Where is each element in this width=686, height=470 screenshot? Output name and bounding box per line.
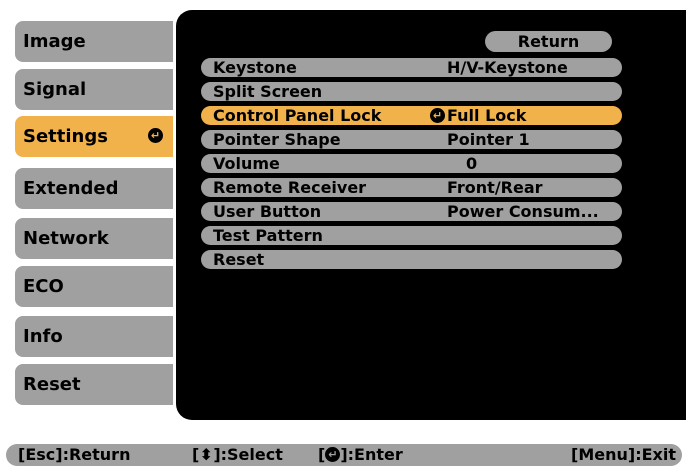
row-value: Front/Rear: [447, 178, 543, 197]
sidebar-item-image[interactable]: Image: [15, 21, 173, 62]
sidebar-item-reset[interactable]: Reset: [15, 364, 173, 405]
sidebar-item-label: Extended: [23, 178, 119, 199]
help-bar: [Esc]:Return [⬍]:Select [↵]:Enter [Menu]…: [0, 440, 686, 470]
sidebar-item-label: ECO: [23, 276, 64, 297]
row-label: Test Pattern: [213, 226, 323, 245]
help-enter: [↵]:Enter: [304, 444, 464, 466]
sidebar-item-extended[interactable]: Extended: [15, 168, 173, 209]
menu-row-pointer-shape[interactable]: Pointer Shape Pointer 1: [201, 130, 622, 149]
sidebar-item-signal[interactable]: Signal: [15, 69, 173, 110]
up-down-arrow-icon: ⬍: [199, 445, 214, 464]
row-value: Pointer 1: [447, 130, 530, 149]
menu-row-keystone[interactable]: Keystone H/V-Keystone: [201, 58, 622, 77]
menu-row-test-pattern[interactable]: Test Pattern: [201, 226, 622, 245]
sidebar-item-network[interactable]: Network: [15, 218, 173, 259]
row-label: Remote Receiver: [213, 178, 367, 197]
menu-row-user-button[interactable]: User Button Power Consum...: [201, 202, 622, 221]
return-label: Return: [517, 32, 580, 51]
enter-icon: ↵: [325, 447, 341, 462]
sidebar-item-eco[interactable]: ECO: [15, 266, 173, 307]
help-enter-text: ]:Enter: [340, 445, 403, 464]
return-button[interactable]: Return: [485, 31, 612, 52]
menu-row-split-screen[interactable]: Split Screen: [201, 82, 622, 101]
enter-icon: ↵: [430, 108, 445, 123]
help-esc-text: [Esc]:Return: [18, 445, 131, 464]
sidebar-item-label: Reset: [23, 374, 81, 395]
sidebar-item-label: Info: [23, 326, 63, 347]
row-label: Keystone: [213, 58, 297, 77]
row-value: Full Lock: [447, 106, 527, 125]
row-value: H/V-Keystone: [447, 58, 568, 77]
help-select-text: ]:Select: [213, 445, 283, 464]
sidebar-item-info[interactable]: Info: [15, 316, 173, 357]
menu-row-remote-receiver[interactable]: Remote Receiver Front/Rear: [201, 178, 622, 197]
menu-row-volume[interactable]: Volume 0: [201, 154, 622, 173]
row-label: Control Panel Lock: [213, 106, 382, 125]
help-menu-text: [Menu]:Exit: [571, 445, 676, 464]
row-label: Pointer Shape: [213, 130, 341, 149]
row-label: Reset: [213, 250, 265, 269]
row-label: Volume: [213, 154, 280, 173]
settings-panel: Return Keystone H/V-Keystone Split Scree…: [176, 10, 686, 420]
help-select: [⬍]:Select: [184, 444, 304, 466]
row-value: 0: [466, 154, 478, 173]
menu-row-control-panel-lock[interactable]: Control Panel Lock ↵ Full Lock: [201, 106, 622, 125]
help-enter-open-bracket: [: [318, 445, 326, 464]
sidebar-item-label: Settings: [23, 126, 108, 147]
help-select-open-bracket: [: [192, 445, 200, 464]
sidebar-item-label: Signal: [23, 79, 87, 100]
sidebar-item-label: Image: [23, 31, 86, 52]
sidebar-item-label: Network: [23, 228, 109, 249]
sidebar: Image Signal Settings ↵ Extended Network…: [0, 0, 178, 420]
row-label: Split Screen: [213, 82, 323, 101]
row-value: Power Consum...: [447, 202, 599, 221]
help-esc-return: [Esc]:Return: [6, 444, 184, 466]
row-label: User Button: [213, 202, 322, 221]
menu-row-reset[interactable]: Reset: [201, 250, 622, 269]
enter-icon: ↵: [148, 128, 163, 143]
help-menu-exit: [Menu]:Exit: [464, 444, 682, 466]
sidebar-item-settings[interactable]: Settings ↵: [15, 116, 173, 157]
